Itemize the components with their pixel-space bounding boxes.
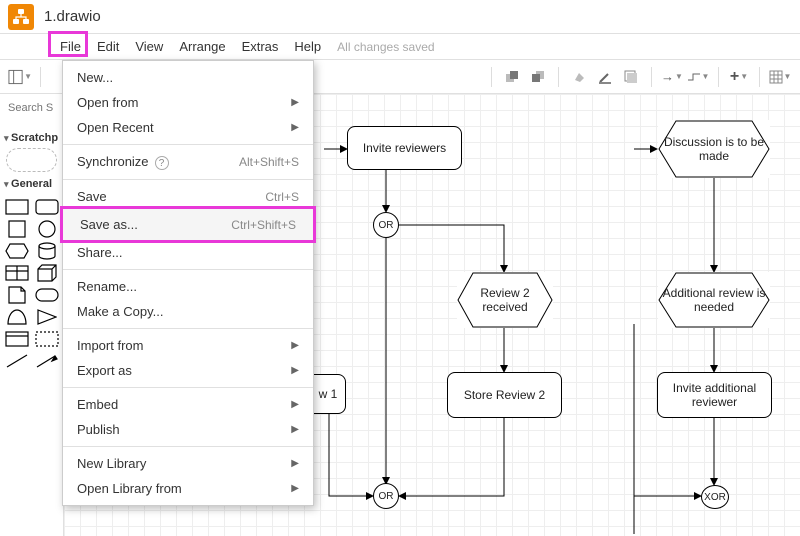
menu-extras[interactable]: Extras: [234, 36, 287, 57]
shape-cylinder[interactable]: [34, 242, 60, 260]
shape-hexagon[interactable]: [4, 242, 30, 260]
menu-item-import-from[interactable]: Import from▶: [63, 333, 313, 358]
shape-line[interactable]: [4, 352, 30, 370]
node-review2-received[interactable]: Review 2 received: [457, 272, 553, 328]
menu-item-export-as[interactable]: Export as▶: [63, 358, 313, 383]
fill-button[interactable]: [567, 65, 591, 89]
node-or2[interactable]: OR: [373, 483, 399, 509]
table-button[interactable]: ▼: [768, 65, 792, 89]
menu-item-synchronize[interactable]: Synchronize?Alt+Shift+S: [63, 149, 313, 175]
waypoint-style[interactable]: ▼: [686, 65, 710, 89]
line-color-button[interactable]: [593, 65, 617, 89]
node-or1[interactable]: OR: [373, 212, 399, 238]
front-button[interactable]: [500, 65, 524, 89]
shape-stadium[interactable]: [34, 286, 60, 304]
menu-item-rename[interactable]: Rename...: [63, 274, 313, 299]
save-status: All changes saved: [337, 40, 434, 54]
shape-square[interactable]: [4, 220, 30, 238]
shape-triangle[interactable]: [34, 308, 60, 326]
menu-item-publish[interactable]: Publish▶: [63, 417, 313, 442]
titlebar: 1.drawio: [0, 0, 800, 34]
menu-item-share[interactable]: Share...: [63, 240, 313, 265]
menu-item-save-as[interactable]: Save as...Ctrl+Shift+S: [60, 206, 316, 243]
node-additional-review[interactable]: Additional review is needed: [658, 272, 770, 328]
menu-item-make-a-copy[interactable]: Make a Copy...: [63, 299, 313, 324]
shape-dashed[interactable]: [34, 330, 60, 348]
scratchpad-section[interactable]: Scratchp: [4, 132, 59, 144]
menu-arrange[interactable]: Arrange: [171, 36, 233, 57]
shape-rect[interactable]: [4, 198, 30, 216]
layout-button[interactable]: ▼: [8, 65, 32, 89]
add-button[interactable]: +▼: [727, 65, 751, 89]
node-discussion[interactable]: Discussion is to be made: [658, 120, 770, 178]
menu-item-open-recent[interactable]: Open Recent▶: [63, 115, 313, 140]
scratchpad-drop[interactable]: [6, 148, 57, 172]
menu-item-embed[interactable]: Embed▶: [63, 392, 313, 417]
shapes-palette: [4, 194, 59, 374]
node-w1[interactable]: w 1: [311, 374, 346, 414]
shape-note[interactable]: [4, 286, 30, 304]
menu-item-new[interactable]: New...: [63, 65, 313, 90]
app-logo: [8, 4, 34, 30]
menu-item-new-library[interactable]: New Library▶: [63, 451, 313, 476]
shape-table[interactable]: [4, 264, 30, 282]
general-section[interactable]: General: [4, 178, 59, 190]
connection-style[interactable]: →▼: [660, 65, 684, 89]
shape-circle[interactable]: [34, 220, 60, 238]
file-menu-dropdown: New...Open from▶Open Recent▶ Synchronize?…: [62, 60, 314, 506]
shape-semicircle[interactable]: [4, 308, 30, 326]
menubar: File Edit View Arrange Extras Help All c…: [0, 34, 800, 60]
menu-item-open-library-from[interactable]: Open Library from▶: [63, 476, 313, 501]
shape-arrow-line[interactable]: [34, 352, 60, 370]
back-button[interactable]: [526, 65, 550, 89]
node-store-review2[interactable]: Store Review 2: [447, 372, 562, 418]
menu-view[interactable]: View: [127, 36, 171, 57]
shape-window[interactable]: [4, 330, 30, 348]
shape-cube[interactable]: [34, 264, 60, 282]
menu-file[interactable]: File: [52, 36, 89, 57]
menu-edit[interactable]: Edit: [89, 36, 127, 57]
shadow-button[interactable]: [619, 65, 643, 89]
document-title: 1.drawio: [44, 8, 101, 25]
node-invite-additional[interactable]: Invite additional reviewer: [657, 372, 772, 418]
shape-round-rect[interactable]: [34, 198, 60, 216]
node-xor[interactable]: XOR: [701, 485, 729, 509]
menu-item-open-from[interactable]: Open from▶: [63, 90, 313, 115]
search-input[interactable]: [4, 100, 60, 116]
sidebar: Scratchp General: [0, 94, 64, 536]
menu-help[interactable]: Help: [286, 36, 329, 57]
node-invite[interactable]: Invite reviewers: [347, 126, 462, 170]
